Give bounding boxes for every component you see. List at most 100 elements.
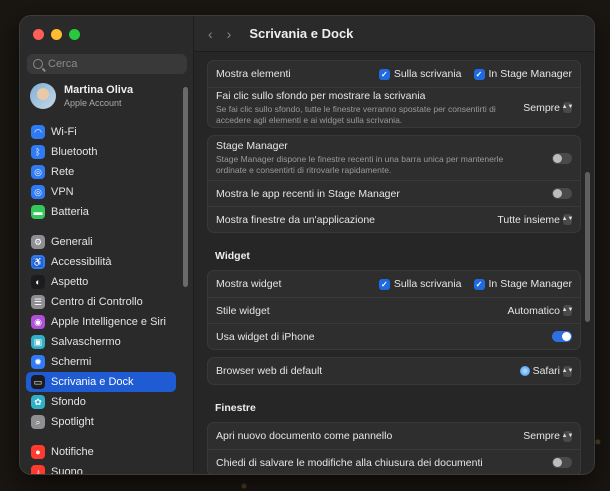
sidebar-item-label: Spotlight bbox=[51, 416, 94, 428]
popup-value: Safari bbox=[532, 365, 560, 377]
default-browser-popup[interactable]: Safari ▲▼ bbox=[519, 365, 573, 377]
search-icon bbox=[33, 59, 43, 69]
iphone-widget-toggle[interactable] bbox=[552, 331, 572, 342]
checkmark-icon: ✓ bbox=[378, 278, 390, 290]
close-button[interactable] bbox=[33, 29, 44, 40]
show-on-desktop-checkbox[interactable]: ✓ Sulla scrivania bbox=[378, 68, 462, 80]
show-items-row: Mostra elementi ✓ Sulla scrivania ✓ In Sta… bbox=[208, 61, 580, 87]
sidebar-item-salvaschermo[interactable]: ▣ Salvaschermo bbox=[26, 332, 176, 352]
settings-content: Mostra elementi ✓ Sulla scrivania ✓ In Sta… bbox=[207, 60, 581, 474]
sidebar-item-label: Suono bbox=[51, 466, 83, 475]
checkmark-icon: ✓ bbox=[378, 68, 390, 80]
sidebar-item-label: Sfondo bbox=[51, 396, 86, 408]
spotlight-icon: ⌕ bbox=[31, 415, 45, 429]
bell-icon: ● bbox=[31, 445, 45, 459]
siri-icon: ◉ bbox=[31, 315, 45, 329]
back-button[interactable]: ‹ bbox=[208, 26, 213, 42]
widget-group: Mostra widget ✓ Sulla scrivania ✓ In Stage… bbox=[207, 270, 581, 350]
sidebar-item-schermi[interactable]: ✹ Schermi bbox=[26, 352, 176, 372]
sidebar-item-batteria[interactable]: ▬ Batteria bbox=[26, 202, 176, 222]
app-windows-row: Mostra finestre da un'applicazione Tutte… bbox=[208, 206, 580, 232]
sidebar-item-label: Wi-Fi bbox=[51, 126, 77, 138]
sidebar-item-notifiche[interactable]: ● Notifiche bbox=[26, 442, 176, 462]
sidebar-item-centro-di-controllo[interactable]: ☰ Centro di Controllo bbox=[26, 292, 176, 312]
sidebar-item-accessibilit-[interactable]: ♿ Accessibilità bbox=[26, 252, 176, 272]
control-center-icon: ☰ bbox=[31, 295, 45, 309]
browser-group: Browser web di default Safari ▲▼ bbox=[207, 357, 581, 385]
open-doc-popup[interactable]: Sempre ▲▼ bbox=[523, 430, 573, 442]
search-input[interactable]: Cerca bbox=[27, 54, 187, 74]
sidebar-item-wi-fi[interactable]: ◠ Wi-Fi bbox=[26, 122, 176, 142]
widget-in-stage-manager-checkbox[interactable]: ✓ In Stage Manager bbox=[473, 278, 572, 290]
ask-save-label: Chiedi di salvare le modifiche alla chiu… bbox=[216, 456, 483, 469]
sidebar-item-label: Rete bbox=[51, 166, 75, 178]
account-name: Martina Oliva bbox=[64, 84, 134, 96]
gear-icon: ⚙ bbox=[31, 235, 45, 249]
show-widget-row: Mostra widget ✓ Sulla scrivania ✓ In Stage… bbox=[208, 271, 580, 297]
popup-value: Sempre bbox=[523, 101, 560, 114]
recent-apps-row: Mostra le app recenti in Stage Manager bbox=[208, 180, 580, 206]
click-wallpaper-row: Fai clic sullo sfondo per mostrare la sc… bbox=[208, 87, 580, 127]
sidebar-item-bluetooth[interactable]: ᛒ Bluetooth bbox=[26, 142, 176, 162]
forward-button[interactable]: › bbox=[227, 26, 232, 42]
show-in-stage-manager-checkbox[interactable]: ✓ In Stage Manager bbox=[473, 68, 572, 80]
vpn-globe-icon: ◎ bbox=[31, 185, 45, 199]
zoom-button[interactable] bbox=[69, 29, 80, 40]
sidebar-item-label: Generali bbox=[51, 236, 93, 248]
page-title: Scrivania e Dock bbox=[249, 26, 354, 41]
ask-save-toggle[interactable] bbox=[552, 457, 572, 468]
appearance-icon: ◐ bbox=[31, 275, 45, 289]
popup-value: Sempre bbox=[523, 430, 560, 442]
sidebar-item-suono[interactable]: ♪ Suono bbox=[26, 462, 176, 475]
sidebar-item-label: Salvaschermo bbox=[51, 336, 121, 348]
open-doc-row: Apri nuovo documento come pannello Sempr… bbox=[208, 423, 580, 449]
screensaver-icon: ▣ bbox=[31, 335, 45, 349]
app-windows-label: Mostra finestre da un'applicazione bbox=[216, 213, 376, 226]
account-item[interactable]: Martina Oliva Apple Account bbox=[30, 83, 133, 109]
stage-manager-toggle[interactable] bbox=[552, 152, 572, 164]
click-wallpaper-popup[interactable]: Sempre ▲▼ bbox=[523, 101, 573, 114]
stage-manager-group: Stage Manager Stage Manager dispone le f… bbox=[207, 135, 581, 233]
main-scrollbar[interactable] bbox=[585, 172, 590, 322]
app-windows-popup[interactable]: Tutte insieme ▲▼ bbox=[497, 214, 573, 226]
sidebar-scrollbar[interactable] bbox=[183, 87, 188, 287]
show-widget-label: Mostra widget bbox=[216, 278, 282, 290]
sidebar-item-label: VPN bbox=[51, 186, 74, 198]
sidebar: Cerca Martina Oliva Apple Account ◠ Wi-Fi… bbox=[20, 16, 194, 474]
checkmark-icon: ✓ bbox=[473, 68, 485, 80]
open-doc-label: Apri nuovo documento come pannello bbox=[216, 430, 393, 442]
minimize-button[interactable] bbox=[51, 29, 62, 40]
widget-on-desktop-checkbox[interactable]: ✓ Sulla scrivania bbox=[378, 278, 462, 290]
sidebar-divider bbox=[26, 432, 176, 442]
widget-section-title: Widget bbox=[215, 250, 250, 262]
recent-apps-label: Mostra le app recenti in Stage Manager bbox=[216, 187, 400, 200]
updown-chevron-icon: ▲▼ bbox=[562, 430, 573, 442]
speaker-icon: ♪ bbox=[31, 465, 45, 474]
sidebar-item-label: Schermi bbox=[51, 356, 92, 368]
bluetooth-icon: ᛒ bbox=[31, 145, 45, 159]
widget-style-popup[interactable]: Automatico ▲▼ bbox=[507, 304, 573, 317]
click-wallpaper-desc: Se fai clic sullo sfondo, tutte le fines… bbox=[216, 103, 496, 125]
updown-chevron-icon: ▲▼ bbox=[562, 365, 573, 377]
recent-apps-toggle[interactable] bbox=[552, 188, 572, 199]
sidebar-item-spotlight[interactable]: ⌕ Spotlight bbox=[26, 412, 176, 432]
checkbox-label: Sulla scrivania bbox=[393, 68, 462, 80]
popup-value: Automatico bbox=[507, 304, 560, 317]
sidebar-item-apple-intelligence-e-siri[interactable]: ◉ Apple Intelligence e Siri bbox=[26, 312, 176, 332]
dock-icon: ▭ bbox=[31, 375, 45, 389]
sidebar-item-sfondo[interactable]: ✿ Sfondo bbox=[26, 392, 176, 412]
widget-style-label: Stile widget bbox=[216, 304, 270, 317]
display-icon: ✹ bbox=[31, 355, 45, 369]
sidebar-item-scrivania-e-dock[interactable]: ▭ Scrivania e Dock bbox=[26, 372, 176, 392]
iphone-widget-label: Usa widget di iPhone bbox=[216, 330, 315, 343]
sidebar-item-aspetto[interactable]: ◐ Aspetto bbox=[26, 272, 176, 292]
windows-group: Apri nuovo documento come pannello Sempr… bbox=[207, 422, 581, 474]
safari-icon bbox=[519, 366, 530, 376]
sidebar-item-vpn[interactable]: ◎ VPN bbox=[26, 182, 176, 202]
sidebar-item-generali[interactable]: ⚙ Generali bbox=[26, 232, 176, 252]
sidebar-item-rete[interactable]: ◎ Rete bbox=[26, 162, 176, 182]
checkbox-label: In Stage Manager bbox=[488, 278, 572, 290]
sidebar-list: ◠ Wi-Fi ᛒ Bluetooth ◎ Rete ◎ VPN ▬ Batteria ⚙ Gener… bbox=[26, 122, 176, 475]
default-browser-label: Browser web di default bbox=[216, 365, 323, 377]
sidebar-item-label: Centro di Controllo bbox=[51, 296, 143, 308]
